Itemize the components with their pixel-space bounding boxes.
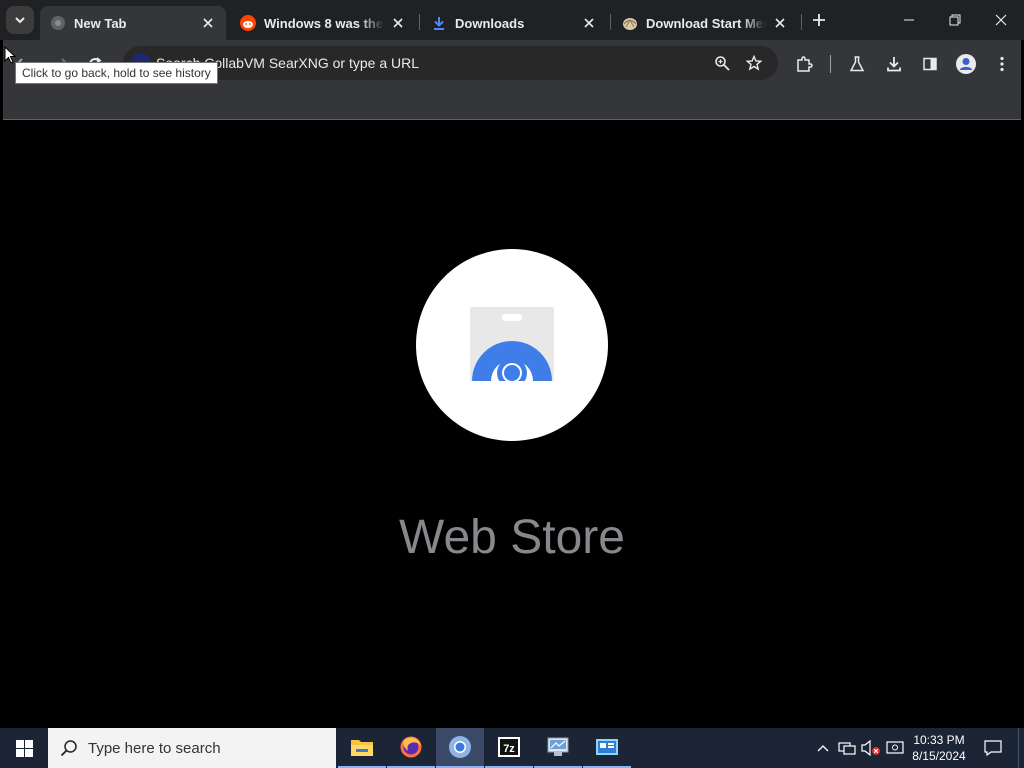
tab-download-start-menu[interactable]: Download Start Menu <box>612 6 798 40</box>
tab-search-button[interactable] <box>6 6 34 34</box>
taskbar-search-placeholder: Type here to search <box>88 739 221 757</box>
address-bar[interactable]: Search CollabVM SearXNG or type a URL <box>123 46 778 80</box>
taskbar-app-7zip[interactable]: 7z <box>485 728 533 768</box>
close-tab-icon[interactable] <box>772 15 788 31</box>
show-hidden-icons-chevron-icon[interactable] <box>813 738 833 758</box>
shell-icon <box>622 15 638 31</box>
download-icon <box>431 15 447 31</box>
taskbar-app-file-explorer[interactable] <box>338 728 386 768</box>
tab-downloads[interactable]: Downloads <box>421 6 607 40</box>
control-panel-icon <box>547 737 569 756</box>
tab-title: Windows 8 was the best <box>264 15 384 31</box>
taskbar-search-box[interactable]: Type here to search <box>48 728 336 768</box>
start-button[interactable] <box>0 728 48 768</box>
tab-new-tab[interactable]: New Tab <box>40 6 226 40</box>
close-tab-icon[interactable] <box>200 15 216 31</box>
volume-muted-icon[interactable] <box>861 738 881 758</box>
7zip-icon: 7z <box>498 737 520 757</box>
side-panel-button[interactable] <box>916 50 944 78</box>
show-desktop-button[interactable] <box>1018 728 1024 768</box>
tab-separator <box>801 14 802 30</box>
download-icon <box>887 57 901 72</box>
close-tab-icon[interactable] <box>581 15 597 31</box>
system-clock[interactable]: 10:33 PM 8/15/2024 <box>906 732 972 764</box>
web-store-label[interactable]: Web Store <box>0 510 1024 565</box>
chrome-web-store-icon <box>470 307 554 385</box>
minimize-icon <box>904 19 914 21</box>
avatar-icon <box>956 54 976 74</box>
more-vertical-icon <box>1000 56 1004 72</box>
flask-icon <box>849 56 865 72</box>
side-panel-icon <box>923 57 937 71</box>
remote-desktop-icon <box>596 739 618 755</box>
menu-button[interactable] <box>988 50 1016 78</box>
tab-title: Downloads <box>455 15 525 31</box>
tab-title: Download Start Menu <box>646 15 766 31</box>
network-icon[interactable] <box>837 738 857 758</box>
restore-button[interactable] <box>932 0 978 40</box>
tab-separator <box>419 14 420 30</box>
close-icon <box>995 14 1007 26</box>
extensions-button[interactable] <box>790 50 818 78</box>
firefox-icon <box>400 736 422 758</box>
taskbar-app-control-panel[interactable] <box>534 728 582 768</box>
clock-date: 8/15/2024 <box>912 749 966 763</box>
file-explorer-icon <box>351 740 373 756</box>
clock-time: 10:33 PM <box>913 733 965 747</box>
minimize-button[interactable] <box>886 0 932 40</box>
svg-text:7z: 7z <box>503 743 515 755</box>
taskbar-app-remote-desktop[interactable] <box>583 728 631 768</box>
toolbar-separator <box>830 55 831 73</box>
web-store-tile[interactable] <box>416 249 608 441</box>
bookmark-star-icon[interactable] <box>742 51 766 75</box>
tab-separator <box>610 14 611 30</box>
reddit-icon <box>240 15 256 31</box>
close-tab-icon[interactable] <box>390 15 406 31</box>
mouse-cursor-icon <box>4 46 16 64</box>
taskbar-app-firefox[interactable] <box>387 728 435 768</box>
downloads-button[interactable] <box>880 50 908 78</box>
taskbar-app-chrome[interactable] <box>436 728 484 768</box>
speech-bubble-icon <box>984 740 1002 756</box>
tab-reddit[interactable]: Windows 8 was the best <box>230 6 416 40</box>
new-tab-icon <box>50 15 66 31</box>
notification-display-icon[interactable] <box>885 738 905 758</box>
close-window-button[interactable] <box>978 0 1024 40</box>
tab-title: New Tab <box>74 15 127 31</box>
plus-icon <box>813 14 825 26</box>
tab-strip: New Tab Windows 8 was the best Downloads… <box>0 0 1024 40</box>
chrome-icon <box>449 736 471 758</box>
puzzle-icon <box>797 56 813 72</box>
action-center-button[interactable] <box>978 728 1008 768</box>
labs-button[interactable] <box>843 50 871 78</box>
new-tab-button[interactable] <box>807 8 831 32</box>
zoom-icon[interactable] <box>710 51 734 75</box>
windows-logo-icon <box>15 739 33 757</box>
chevron-down-icon <box>15 17 25 24</box>
restore-icon <box>949 14 961 26</box>
search-icon <box>60 740 77 757</box>
profile-button[interactable] <box>952 50 980 78</box>
taskbar: Type here to search 7z 10:33 PM 8/15/202… <box>0 728 1024 768</box>
back-button-tooltip: Click to go back, hold to see history <box>15 62 218 84</box>
